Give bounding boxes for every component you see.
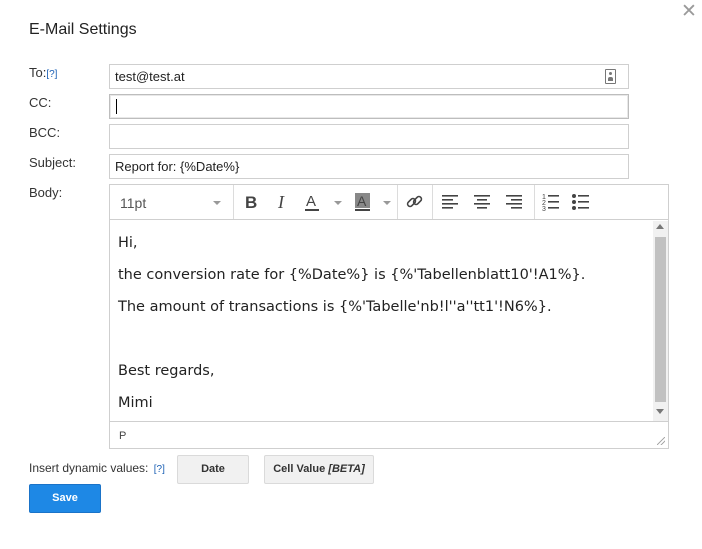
dynamic-help-link[interactable]: [?]: [154, 464, 165, 475]
body-line: The amount of transactions is {%'Tabelle…: [118, 299, 552, 315]
cc-field[interactable]: [109, 94, 629, 119]
to-field[interactable]: test@test.at: [109, 64, 629, 89]
scroll-up-arrow-icon[interactable]: [656, 224, 664, 229]
svg-text:I: I: [277, 192, 285, 212]
body-label: Body:: [29, 185, 63, 200]
subject-label: Subject:: [29, 155, 76, 170]
dynamic-values-text: Insert dynamic values:: [29, 461, 149, 475]
bcc-label: BCC:: [29, 125, 61, 140]
beta-tag: [BETA]: [328, 463, 365, 475]
to-field-value: test@test.at: [115, 69, 185, 84]
editor-scrollbar[interactable]: [653, 221, 668, 421]
body-line: Mimi: [118, 395, 153, 411]
insert-cell-value-button[interactable]: Cell Value [BETA]: [264, 455, 374, 484]
element-path[interactable]: P: [119, 430, 126, 442]
link-icon[interactable]: [403, 190, 427, 214]
contact-book-icon[interactable]: [605, 69, 616, 84]
body-editor: 11pt B I A A 1 2 3 Hi, the conversion ra…: [109, 184, 669, 449]
insert-date-button[interactable]: Date: [177, 455, 249, 484]
cell-value-label: Cell Value: [273, 463, 326, 475]
background-color-icon[interactable]: A: [352, 190, 376, 214]
to-label: To:[?]: [29, 65, 57, 80]
resize-handle-icon[interactable]: [657, 437, 665, 445]
font-size-value: 11pt: [120, 195, 147, 211]
scroll-thumb[interactable]: [655, 237, 666, 402]
close-icon[interactable]: ✕: [681, 2, 697, 22]
to-label-text: To:: [29, 65, 47, 80]
background-color-chevron-icon[interactable]: [383, 201, 391, 205]
numbered-list-icon[interactable]: 123: [540, 190, 564, 214]
dynamic-values-label: Insert dynamic values: [?]: [29, 461, 165, 475]
body-line: Best regards,: [118, 363, 215, 379]
bcc-field[interactable]: [109, 124, 629, 149]
align-center-icon[interactable]: [471, 190, 495, 214]
scroll-down-arrow-icon[interactable]: [656, 409, 664, 414]
toolbar-divider: [397, 185, 398, 219]
body-line: the conversion rate for {%Date%} is {%'T…: [118, 267, 586, 283]
insert-date-label: Date: [201, 463, 225, 475]
svg-text:A: A: [306, 193, 316, 210]
svg-text:A: A: [357, 193, 367, 209]
font-size-select[interactable]: 11pt: [110, 185, 232, 219]
bulleted-list-icon[interactable]: [570, 190, 594, 214]
subject-field[interactable]: Report for: {%Date%}: [109, 154, 629, 179]
toolbar-divider: [534, 185, 535, 219]
body-line: Hi,: [118, 235, 138, 251]
editor-statusbar: P: [110, 421, 668, 448]
text-caret: [116, 99, 117, 114]
italic-icon[interactable]: I: [270, 190, 294, 214]
editor-content[interactable]: Hi, the conversion rate for {%Date%} is …: [110, 221, 653, 421]
toolbar-divider: [432, 185, 433, 219]
svg-text:3: 3: [542, 206, 546, 213]
save-button[interactable]: Save: [29, 484, 101, 513]
svg-text:B: B: [245, 193, 257, 212]
subject-field-value: Report for: {%Date%}: [115, 159, 240, 174]
text-color-chevron-icon[interactable]: [334, 201, 342, 205]
to-help-link[interactable]: [?]: [46, 69, 57, 80]
text-color-icon[interactable]: A: [302, 190, 326, 214]
chevron-down-icon: [213, 201, 221, 205]
bold-icon[interactable]: B: [239, 190, 263, 214]
dialog-title: E-Mail Settings: [29, 21, 137, 38]
align-left-icon[interactable]: [439, 190, 463, 214]
toolbar-divider: [233, 185, 234, 219]
editor-toolbar: 11pt B I A A 1 2 3: [110, 185, 668, 220]
align-right-icon[interactable]: [503, 190, 527, 214]
cc-label: CC:: [29, 95, 52, 110]
